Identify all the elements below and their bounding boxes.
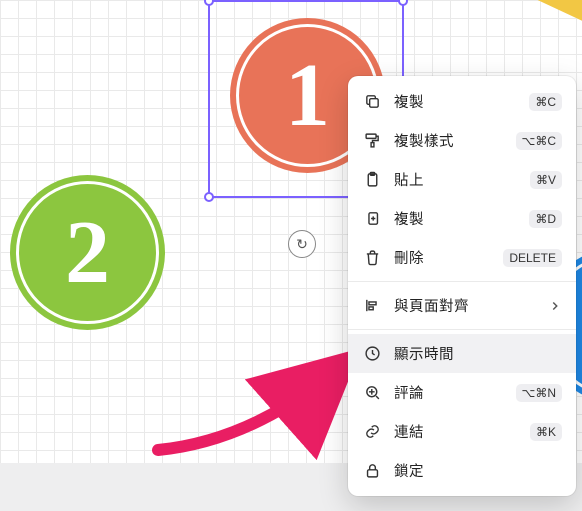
resize-handle-top-right[interactable] xyxy=(398,0,408,6)
menu-item-duplicate[interactable]: 複製 ⌘D xyxy=(348,199,576,238)
menu-item-comment[interactable]: 評論 ⌥⌘N xyxy=(348,373,576,412)
menu-shortcut: ⌘V xyxy=(530,171,562,189)
copy-icon xyxy=(362,92,382,112)
menu-item-copy-style[interactable]: 複製樣式 ⌥⌘C xyxy=(348,121,576,160)
rotate-icon: ↻ xyxy=(296,236,308,253)
menu-label: 刪除 xyxy=(394,247,491,268)
menu-shortcut: ⌘C xyxy=(529,93,562,111)
annotation-arrow xyxy=(138,300,368,450)
comment-icon xyxy=(362,383,382,403)
menu-shortcut: ⌥⌘N xyxy=(516,384,563,402)
coin-2[interactable]: 2 xyxy=(10,175,165,330)
paint-roller-icon xyxy=(362,131,382,151)
menu-label: 連結 xyxy=(394,421,518,442)
design-canvas[interactable]: 3 1 2 ↻ 複製 xyxy=(0,0,582,511)
menu-item-lock[interactable]: 鎖定 xyxy=(348,451,576,490)
menu-item-show-time[interactable]: 顯示時間 xyxy=(348,334,576,373)
menu-item-link[interactable]: 連結 ⌘K xyxy=(348,412,576,451)
menu-shortcut: ⌘K xyxy=(530,423,562,441)
clipboard-icon xyxy=(362,170,382,190)
link-icon xyxy=(362,422,382,442)
menu-item-align-page[interactable]: 與頁面對齊 xyxy=(348,286,576,325)
menu-label: 鎖定 xyxy=(394,460,562,481)
menu-label: 顯示時間 xyxy=(394,343,562,364)
rotate-handle[interactable]: ↻ xyxy=(288,230,316,258)
resize-handle-top-left[interactable] xyxy=(204,0,214,6)
menu-separator xyxy=(348,281,576,282)
menu-item-paste[interactable]: 貼上 ⌘V xyxy=(348,160,576,199)
align-icon xyxy=(362,296,382,316)
menu-label: 貼上 xyxy=(394,169,518,190)
menu-label: 複製 xyxy=(394,208,517,229)
menu-label: 複製樣式 xyxy=(394,130,504,151)
menu-item-copy[interactable]: 複製 ⌘C xyxy=(348,82,576,121)
yellow-shape[interactable] xyxy=(461,0,582,32)
lock-icon xyxy=(362,461,382,481)
menu-label: 與頁面對齊 xyxy=(394,295,536,316)
chevron-right-icon xyxy=(548,299,562,313)
duplicate-icon xyxy=(362,209,382,229)
resize-handle-bottom-left[interactable] xyxy=(204,192,214,202)
menu-separator xyxy=(348,329,576,330)
menu-shortcut: ⌥⌘C xyxy=(516,132,563,150)
menu-shortcut: ⌘D xyxy=(529,210,562,228)
menu-label: 複製 xyxy=(394,91,517,112)
menu-shortcut: DELETE xyxy=(503,249,562,267)
context-menu[interactable]: 複製 ⌘C 複製樣式 ⌥⌘C 貼上 ⌘V 複製 ⌘D xyxy=(348,76,576,496)
menu-item-delete[interactable]: 刪除 DELETE xyxy=(348,238,576,277)
clock-icon xyxy=(362,344,382,364)
menu-label: 評論 xyxy=(394,382,504,403)
trash-icon xyxy=(362,248,382,268)
